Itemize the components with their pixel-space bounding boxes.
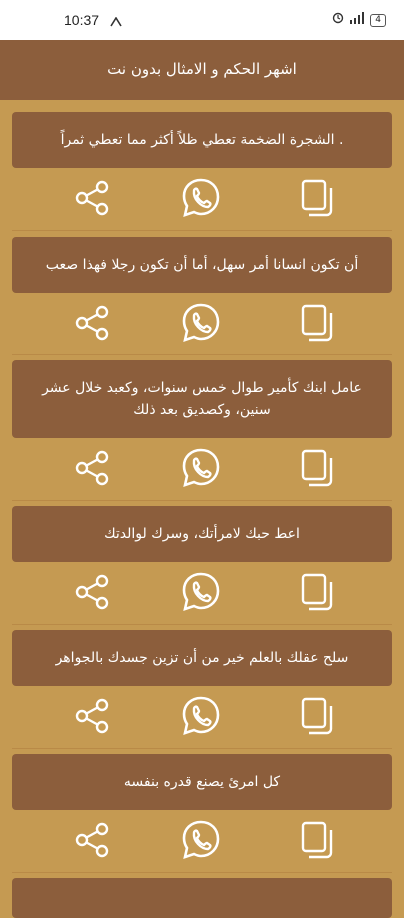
copy-icon: [301, 573, 333, 611]
share-icon: [75, 698, 109, 734]
whatsapp-button[interactable]: [179, 570, 223, 614]
divider: [12, 230, 392, 231]
copy-icon: [301, 179, 333, 217]
status-icons: 4: [332, 12, 386, 28]
share-button[interactable]: [70, 694, 114, 738]
battery-icon: 4: [370, 13, 386, 27]
whatsapp-button[interactable]: [179, 694, 223, 738]
copy-button[interactable]: [295, 176, 339, 220]
copy-icon: [301, 821, 333, 859]
list-item: اعط حبك لامرأتك، وسرك لوالدتك: [12, 506, 392, 622]
list-item: الشجرة الضخمة تعطي ظلاً أكثر مما تعطي ثم…: [12, 112, 392, 228]
whatsapp-icon: [182, 572, 220, 611]
share-icon: [75, 305, 109, 341]
quote-text: اعط حبك لامرأتك، وسرك لوالدتك: [12, 506, 392, 562]
quote-actions: [12, 438, 392, 498]
share-icon: [75, 180, 109, 216]
whatsapp-button[interactable]: [179, 446, 223, 490]
share-icon: [75, 574, 109, 610]
divider: [12, 500, 392, 501]
share-button[interactable]: [70, 176, 114, 220]
signal-icon: [350, 12, 365, 28]
whatsapp-icon: [182, 696, 220, 735]
whatsapp-icon: [182, 448, 220, 487]
copy-icon: [301, 449, 333, 487]
share-button[interactable]: [70, 446, 114, 490]
status-time: 10:37: [64, 12, 100, 28]
list-item: كل امرئ يصنع قدره بنفسه: [12, 754, 392, 870]
whatsapp-button[interactable]: [179, 176, 223, 220]
whatsapp-icon: [182, 178, 220, 217]
copy-icon: [301, 304, 333, 342]
quote-text: سلح عقلك بالعلم خير من أن تزين جسدك بالج…: [12, 630, 392, 686]
quote-text: الشجرة الضخمة تعطي ظلاً أكثر مما تعطي ثم…: [12, 112, 392, 168]
whatsapp-button[interactable]: [179, 301, 223, 345]
share-button[interactable]: [70, 301, 114, 345]
divider: [12, 624, 392, 625]
copy-button[interactable]: [295, 694, 339, 738]
list-item: [12, 878, 392, 918]
whatsapp-button[interactable]: [179, 818, 223, 862]
share-icon: [75, 450, 109, 486]
divider: [12, 354, 392, 355]
divider: [12, 748, 392, 749]
whatsapp-icon: [182, 820, 220, 859]
quote-actions: [12, 562, 392, 622]
quote-actions: [12, 810, 392, 870]
list-item: سلح عقلك بالعلم خير من أن تزين جسدك بالج…: [12, 630, 392, 746]
alarm-icon: [332, 12, 344, 28]
quote-actions: [12, 686, 392, 746]
share-icon: [75, 822, 109, 858]
copy-icon: [301, 697, 333, 735]
quote-text-partial: [12, 878, 392, 918]
copy-button[interactable]: [295, 818, 339, 862]
copy-button[interactable]: [295, 446, 339, 490]
list-item: عامل ابنك كأمير طوال خمس سنوات، وكعبد خل…: [12, 360, 392, 498]
divider: [12, 872, 392, 873]
quote-actions: [12, 168, 392, 228]
share-button[interactable]: [70, 570, 114, 614]
quote-text: كل امرئ يصنع قدره بنفسه: [12, 754, 392, 810]
notification-icon: [110, 15, 122, 31]
copy-button[interactable]: [295, 570, 339, 614]
share-button[interactable]: [70, 818, 114, 862]
quote-text: عامل ابنك كأمير طوال خمس سنوات، وكعبد خل…: [12, 360, 392, 438]
list-item: أن تكون انسانا أمر سهل، أما أن تكون رجلا…: [12, 237, 392, 353]
quote-actions: [12, 293, 392, 353]
copy-button[interactable]: [295, 301, 339, 345]
whatsapp-icon: [182, 303, 220, 342]
app-title: اشهر الحكم و الامثال بدون نت: [107, 60, 297, 78]
quote-text: أن تكون انسانا أمر سهل، أما أن تكون رجلا…: [12, 237, 392, 293]
status-bar: 10:37 4: [0, 0, 404, 40]
app-bar: اشهر الحكم و الامثال بدون نت: [0, 40, 404, 100]
